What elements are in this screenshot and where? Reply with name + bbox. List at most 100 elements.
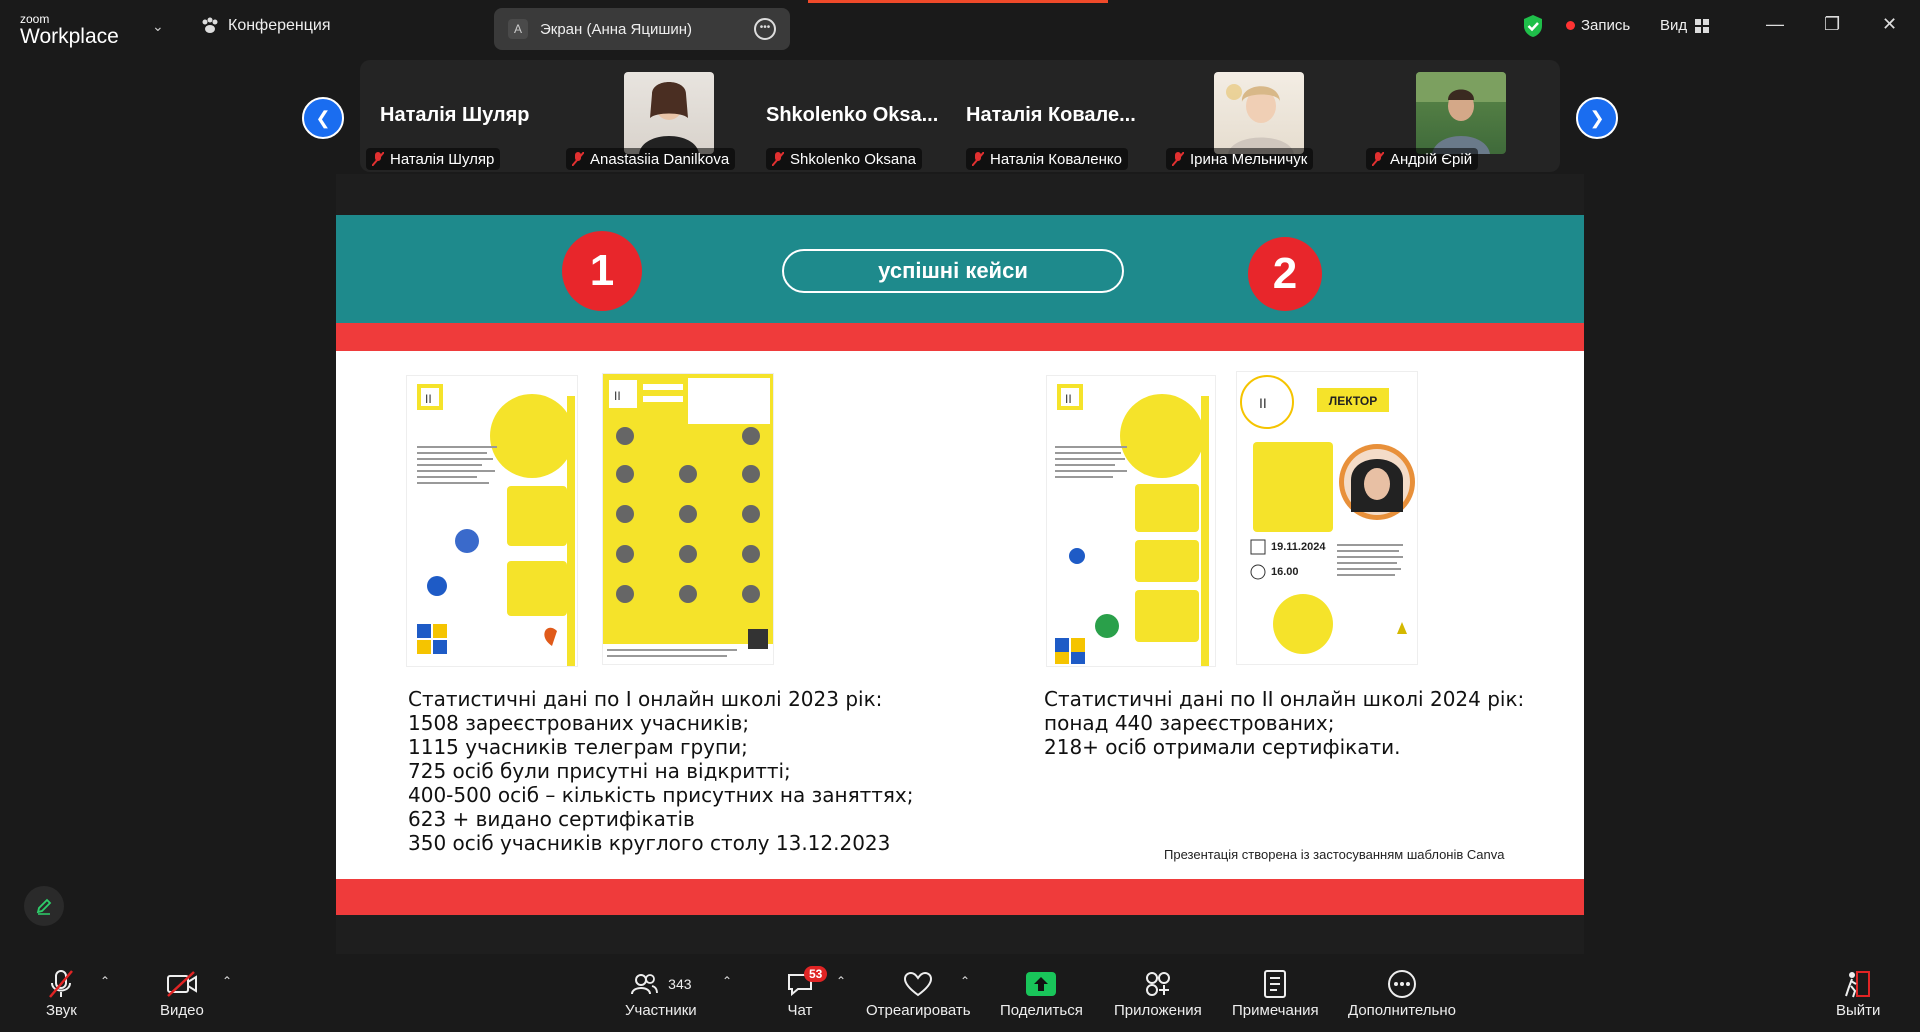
round-table-poster-icon: ІІ	[603, 374, 773, 657]
stats-line: 350 осіб учасників круглого столу 13.12.…	[408, 831, 891, 855]
participant-video	[1416, 72, 1506, 154]
leave-icon	[1845, 971, 1871, 998]
notes-label: Примечания	[1232, 1002, 1319, 1019]
mic-muted-icon	[1372, 152, 1384, 166]
apps-button[interactable]: Приложения	[1114, 966, 1202, 1019]
paw-icon	[202, 17, 218, 33]
participants-options-chevron-icon[interactable]: ⌃	[722, 974, 732, 988]
presentation-slide: 1 успішні кейси 2 ІІ ІІ ІІ ІІ ЛЕКТОР 19.…	[336, 215, 1584, 915]
mic-muted-icon	[1172, 152, 1184, 166]
chat-options-chevron-icon[interactable]: ⌃	[836, 974, 846, 988]
slide-title: успішні кейси	[782, 249, 1124, 293]
participant-video	[1214, 72, 1304, 154]
participant-tile[interactable]: Ірина Мельничук	[1160, 60, 1360, 172]
case-number-1: 1	[562, 231, 642, 311]
participant-label: Anastasiia Danilkova	[566, 148, 736, 170]
more-button[interactable]: Дополнительно	[1348, 966, 1456, 1019]
lector-label: ЛЕКТОР	[1329, 394, 1377, 408]
pencil-icon	[36, 898, 52, 915]
screen-share-label: Экран (Анна Яцишин)	[540, 20, 693, 38]
stats-line: Статистичні дані по I онлайн школі 2023 …	[408, 687, 883, 711]
canva-credit: Презентація створена із застосуванням ша…	[1164, 847, 1505, 862]
view-label: Вид	[1660, 17, 1688, 34]
poster-image: ІІ	[1046, 375, 1216, 667]
svg-text:ІІ: ІІ	[614, 389, 621, 403]
record-dot-icon	[1566, 21, 1575, 30]
stats-2023: Статистичні дані по I онлайн школі 2023 …	[408, 687, 914, 855]
share-screen-icon	[1026, 972, 1057, 996]
audio-options-chevron-icon[interactable]: ⌃	[100, 974, 110, 988]
apps-label: Приложения	[1114, 1002, 1202, 1019]
share-screen-button[interactable]: Поделиться	[1000, 966, 1083, 1019]
participant-label: Наталія Коваленко	[966, 148, 1128, 170]
top-bar: zoom Workplace ⌄ Конференция A Экран (Ан…	[0, 0, 1920, 56]
red-band-top	[336, 323, 1584, 351]
brand-logo[interactable]: Workplace	[20, 25, 119, 49]
participant-tile[interactable]: Наталія Шуляр Наталія Шуляр	[360, 60, 560, 172]
participant-label: Shkolenko Oksana	[766, 148, 922, 170]
brand-small: zoom	[20, 12, 50, 26]
participant-name-large: Наталія Шуляр	[380, 104, 530, 126]
conference-button[interactable]: Конференция	[200, 16, 331, 36]
security-shield-icon[interactable]	[1522, 14, 1544, 38]
more-icon	[1387, 970, 1416, 998]
red-band-bottom	[336, 879, 1584, 915]
share-screen-label: Поделиться	[1000, 1002, 1083, 1019]
react-options-chevron-icon[interactable]: ⌃	[960, 974, 970, 988]
stats-line: Статистичні дані по II онлайн школі 2024…	[1044, 687, 1525, 711]
lecture-poster-icon: ІІ ЛЕКТОР 19.11.2024 16.00	[1240, 375, 1415, 654]
restore-icon[interactable]: ❐	[1824, 14, 1840, 35]
mic-muted-icon	[372, 152, 384, 166]
svg-text:ІІ: ІІ	[1065, 392, 1072, 406]
person-photo-icon	[639, 82, 699, 154]
video-label: Видео	[160, 1002, 204, 1019]
video-off-icon	[166, 971, 197, 997]
chat-label: Чат	[787, 1002, 813, 1019]
more-options-icon[interactable]: •••	[754, 18, 776, 40]
record-label: Запись	[1581, 17, 1631, 34]
video-options-chevron-icon[interactable]: ⌃	[222, 974, 232, 988]
poster-image: ІІ	[406, 375, 578, 667]
apps-icon	[1145, 972, 1170, 996]
participant-tile[interactable]: Anastasiia Danilkova	[560, 60, 760, 172]
school-poster-2-icon: ІІ	[1055, 384, 1209, 666]
stats-line: 1115 учасників телеграм групи;	[408, 735, 748, 759]
participants-label: Участники	[625, 1002, 697, 1019]
participant-label: Ірина Мельничук	[1166, 148, 1314, 170]
share-indicator-line	[808, 0, 1108, 3]
view-button[interactable]: Вид	[1660, 17, 1710, 34]
participants-icon	[631, 974, 659, 995]
participants-count: 343	[668, 976, 692, 992]
stats-line: 623 + видано сертифікатів	[408, 807, 695, 831]
minimize-icon[interactable]: —	[1766, 14, 1784, 35]
react-button[interactable]: Отреагировать	[866, 966, 971, 1019]
stats-line: понад 440 зареєстрованих;	[1044, 711, 1335, 735]
leave-button[interactable]: Выйти	[1836, 966, 1880, 1019]
chevron-down-icon[interactable]: ⌄	[152, 18, 164, 35]
participant-label: Наталія Шуляр	[366, 148, 501, 170]
poster-image: ІІ ЛЕКТОР 19.11.2024 16.00	[1236, 371, 1418, 665]
participant-name-large: Shkolenko Oksa...	[766, 104, 939, 126]
next-page-button[interactable]: ❯	[1576, 97, 1618, 139]
screen-share-pill[interactable]: A Экран (Анна Яцишин) •••	[494, 8, 790, 50]
participant-tile[interactable]: Андрій Єрій	[1360, 60, 1560, 172]
participant-video	[624, 72, 714, 154]
more-label: Дополнительно	[1348, 1002, 1456, 1019]
participants-button[interactable]: 343 Участники	[625, 966, 697, 1019]
person-photo-icon	[1416, 72, 1506, 154]
record-button[interactable]: Запись	[1566, 17, 1630, 34]
svg-text:ІІ: ІІ	[1259, 395, 1267, 411]
close-icon[interactable]: ✕	[1882, 14, 1897, 35]
notes-button[interactable]: Примечания	[1232, 966, 1319, 1019]
school-poster-1-icon: ІІ	[417, 384, 575, 666]
participant-tile[interactable]: Shkolenko Oksa... Shkolenko Oksana	[760, 60, 960, 172]
case-number-2: 2	[1248, 237, 1322, 311]
audio-button[interactable]: Звук	[46, 966, 77, 1019]
participant-tile[interactable]: Наталія Ковале... Наталія Коваленко	[960, 60, 1160, 172]
prev-page-button[interactable]: ❮	[302, 97, 344, 139]
annotate-pencil-button[interactable]	[24, 886, 64, 926]
poster-image: ІІ	[602, 373, 774, 665]
notes-icon	[1264, 970, 1287, 998]
mic-muted-icon	[572, 152, 584, 166]
video-button[interactable]: Видео	[160, 966, 204, 1019]
